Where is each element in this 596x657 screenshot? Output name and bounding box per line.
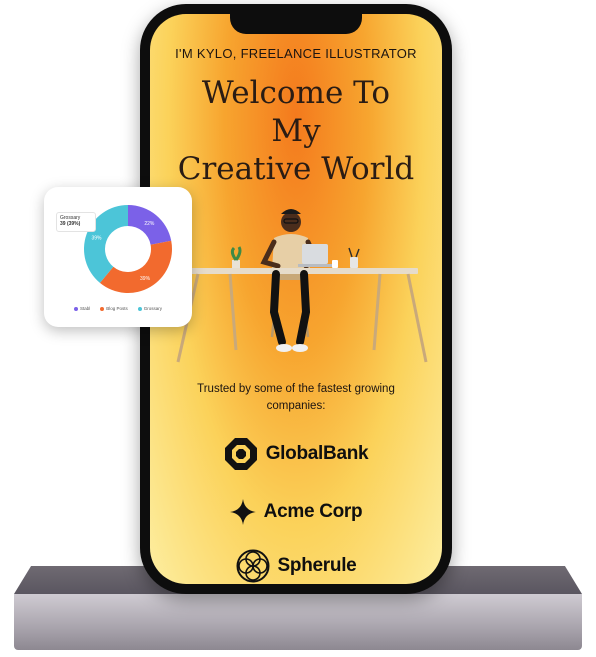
trusted-by-text: Trusted by some of the fastest growing c…: [197, 383, 395, 412]
legend-item: Stabl: [73, 306, 91, 311]
phone-notch: [230, 14, 362, 34]
sphere-circles-icon: [236, 549, 270, 583]
donut-chart-card: 22% 39% 39% Grossary 39 (39%) Stabl Blog Po…: [44, 187, 192, 327]
headline-line-1: Welcome To: [201, 75, 391, 111]
four-point-star-icon: [229, 499, 256, 525]
company-logo-globalbank: GlobalBank: [150, 434, 442, 474]
company-name-globalbank: GlobalBank: [265, 443, 369, 464]
phone-screen: I'M KYLO, FREELANCE ILLUSTRATOR Welcome …: [150, 14, 442, 584]
company-name-acme-corp: Acme Corp: [263, 501, 363, 522]
legend-label: Grossary: [143, 306, 163, 311]
company-name-spherule: Spherule: [277, 555, 357, 576]
chart-legend: Stabl Blog Posts Grossary: [44, 306, 192, 311]
page-title: Welcome To My Creative World: [150, 74, 442, 188]
company-logo-spherule: Spherule: [150, 546, 442, 584]
legend-item: Blog Posts: [100, 306, 128, 311]
donut-slice-label: 22%: [144, 221, 155, 227]
tooltip-value: 39 (39%): [60, 221, 81, 227]
donut-chart: 22% 39% 39%: [84, 205, 173, 293]
chart-tooltip: Grossary 39 (39%): [56, 212, 96, 232]
illustrator-at-desk-image: [176, 209, 428, 363]
octagon-ring-icon: [224, 438, 257, 470]
legend-label: Blog Posts: [106, 306, 128, 311]
donut-slice-label: 39%: [140, 276, 151, 282]
legend-label: Stabl: [79, 306, 91, 311]
legend-swatch: [73, 306, 78, 311]
legend-swatch: [137, 306, 142, 311]
company-logo-acme-corp: Acme Corp: [150, 492, 442, 532]
pedestal-front: [14, 594, 582, 650]
donut-slice-label: 39%: [91, 236, 102, 242]
legend-item: Grossary: [137, 306, 163, 311]
legend-swatch: [100, 306, 105, 311]
headline-line-3: Creative World: [177, 151, 415, 187]
intro-text: I'M KYLO, FREELANCE ILLUSTRATOR: [175, 46, 417, 61]
headline-line-2: My: [271, 113, 321, 149]
